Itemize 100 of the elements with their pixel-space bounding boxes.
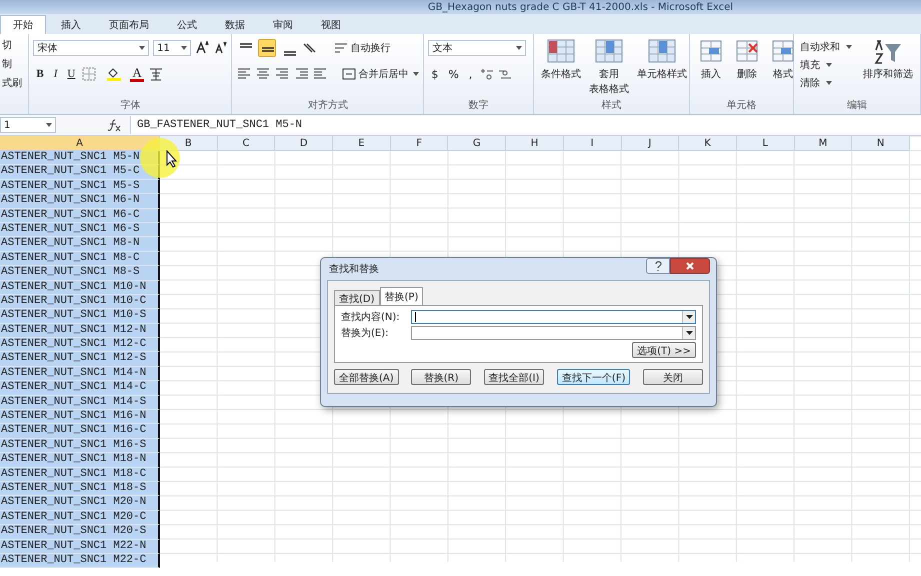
ribbon-tab[interactable]: 插入: [48, 15, 94, 34]
italic-button[interactable]: I: [50, 68, 60, 80]
column-header[interactable]: H: [506, 136, 564, 151]
table-cell: ASTENER_NUT_SNC1 M6-S: [0, 222, 160, 238]
dialog-button[interactable]: 替换(R): [411, 369, 472, 385]
column-header[interactable]: J: [622, 136, 680, 151]
table-cell: ASTENER_NUT_SNC1 M22-N: [0, 540, 160, 554]
decimal-icon[interactable]: [479, 67, 514, 81]
close-icon: [685, 261, 695, 271]
caret-icon: [686, 315, 692, 319]
table-cell: ASTENER_NUT_SNC1 M20-C: [0, 510, 160, 526]
ribbon-tab[interactable]: 审阅: [260, 15, 306, 34]
table-cell: ASTENER_NUT_SNC1 M8-N: [0, 237, 160, 252]
table-cell: ASTENER_NUT_SNC1 M12-C: [0, 338, 160, 352]
options-button[interactable]: 选项(T) >>: [632, 342, 696, 358]
caret-icon: [516, 46, 522, 50]
ribbon-tab[interactable]: 开始: [0, 15, 46, 34]
column-header[interactable]: N: [852, 136, 910, 151]
horizontal-align-icon[interactable]: [236, 67, 290, 81]
search-field[interactable]: [411, 326, 696, 340]
column-header[interactable]: E: [333, 136, 391, 151]
sort-filter-icon: [873, 38, 903, 66]
table-cell: ASTENER_NUT_SNC1 M18-N: [0, 453, 160, 468]
caret-icon: [846, 45, 852, 49]
help-button[interactable]: [646, 258, 670, 274]
column-header[interactable]: G: [448, 136, 506, 151]
column-header[interactable]: C: [218, 136, 276, 151]
style-button[interactable]: 条件格式: [538, 38, 584, 96]
table-cell: ASTENER_NUT_SNC1 M10-C: [0, 294, 160, 310]
field-label: 替换为(E):: [341, 326, 390, 340]
group-label: 对齐方式: [308, 100, 348, 111]
table-cell: ASTENER_NUT_SNC1 M16-C: [0, 424, 160, 439]
vertical-align-icon[interactable]: [258, 39, 276, 57]
search-field[interactable]: [411, 310, 696, 324]
function-icon[interactable]: [106, 118, 122, 132]
column-header[interactable]: F: [390, 136, 448, 151]
caret-icon: [46, 123, 52, 127]
phonetic-icon[interactable]: [148, 66, 164, 82]
table-cell: ASTENER_NUT_SNC1 M22-C: [0, 554, 160, 568]
table-cell: ASTENER_NUT_SNC1 M14-C: [0, 381, 160, 396]
caret-icon: [686, 331, 692, 335]
editing-button[interactable]: 清除: [798, 74, 854, 92]
indent-icon[interactable]: [294, 67, 328, 81]
comma-button[interactable]: ,: [466, 68, 476, 80]
mouse-pointer-icon: [166, 150, 178, 168]
cells-button[interactable]: 删除: [730, 38, 764, 81]
wrap-text-button[interactable]: 自动换行: [334, 41, 390, 55]
merge-center-button[interactable]: 合并后居中: [342, 67, 420, 81]
column-header[interactable]: M: [794, 136, 852, 151]
dialog-tab[interactable]: 查找(D): [334, 290, 380, 305]
column-header[interactable]: I: [564, 136, 622, 151]
formula-field[interactable]: GB_FASTENER_NUT_SNC1 M5-N: [130, 116, 921, 134]
dialog-button[interactable]: 查找下一个(F): [556, 369, 630, 385]
help-icon: [653, 261, 663, 271]
ribbon-tab[interactable]: 公式: [164, 15, 210, 34]
caret-icon: [139, 46, 146, 50]
table-cell: ASTENER_NUT_SNC1 M12-S: [0, 352, 160, 367]
sort-filter-button[interactable]: 排序和筛选: [860, 38, 916, 92]
table-cell: ASTENER_NUT_SNC1 M10-N: [0, 280, 160, 295]
column-header[interactable]: L: [736, 136, 795, 151]
dialog-tab[interactable]: 替换(P): [380, 287, 424, 305]
editing-button[interactable]: 自动求和: [798, 38, 854, 56]
caret-icon: [826, 81, 832, 85]
column-header[interactable]: K: [679, 136, 737, 151]
column-header[interactable]: D: [275, 136, 334, 151]
clipboard-button[interactable]: 制: [0, 55, 28, 73]
grow-font-icon[interactable]: [195, 41, 210, 55]
group-label: 单元格: [726, 100, 756, 111]
ribbon-tab[interactable]: 视图: [308, 15, 354, 34]
table-cell: ASTENER_NUT_SNC1 M18-C: [0, 468, 160, 482]
font-color-button[interactable]: A: [130, 66, 144, 82]
column-header[interactable]: A: [0, 136, 160, 151]
dialog-button[interactable]: 关闭: [642, 369, 703, 385]
style-button[interactable]: 单元格样式: [634, 38, 690, 96]
dialog-button[interactable]: 全部替换(A): [334, 369, 399, 385]
percent-button[interactable]: %: [445, 68, 462, 80]
group-label: 样式: [602, 100, 622, 111]
shrink-font-icon[interactable]: [213, 41, 228, 55]
style-button[interactable]: 套用 表格格式: [586, 38, 632, 96]
clipboard-button[interactable]: 切: [0, 36, 28, 54]
editing-button[interactable]: 填充: [798, 56, 854, 74]
bold-button[interactable]: B: [33, 68, 47, 80]
number-format-field[interactable]: 文本: [428, 40, 526, 56]
cells-button[interactable]: 插入: [694, 38, 728, 81]
ribbon-tab[interactable]: 页面布局: [96, 15, 162, 34]
underline-button[interactable]: U: [64, 68, 78, 80]
close-button[interactable]: [670, 258, 710, 274]
ribbon-tab[interactable]: 数据: [212, 15, 258, 34]
group-label: 编辑: [847, 100, 867, 111]
font-name-field[interactable]: 宋体: [33, 40, 150, 56]
currency-button[interactable]: $: [428, 68, 442, 80]
window-title: GB_Hexagon nuts grade C GB-T 41-2000.xls - Microsoft Excel: [426, 2, 734, 12]
name-box[interactable]: 1: [0, 117, 56, 133]
table-cell: ASTENER_NUT_SNC1 M16-S: [0, 438, 160, 454]
table-cell: ASTENER_NUT_SNC1 M5-C: [0, 165, 160, 180]
clipboard-button[interactable]: 式刷: [0, 74, 28, 92]
cells-button[interactable]: 格式: [766, 38, 800, 81]
font-size-field[interactable]: 11: [153, 40, 192, 56]
dialog-button[interactable]: 查找全部(I): [484, 369, 544, 385]
wrap-text-icon: [334, 41, 348, 55]
